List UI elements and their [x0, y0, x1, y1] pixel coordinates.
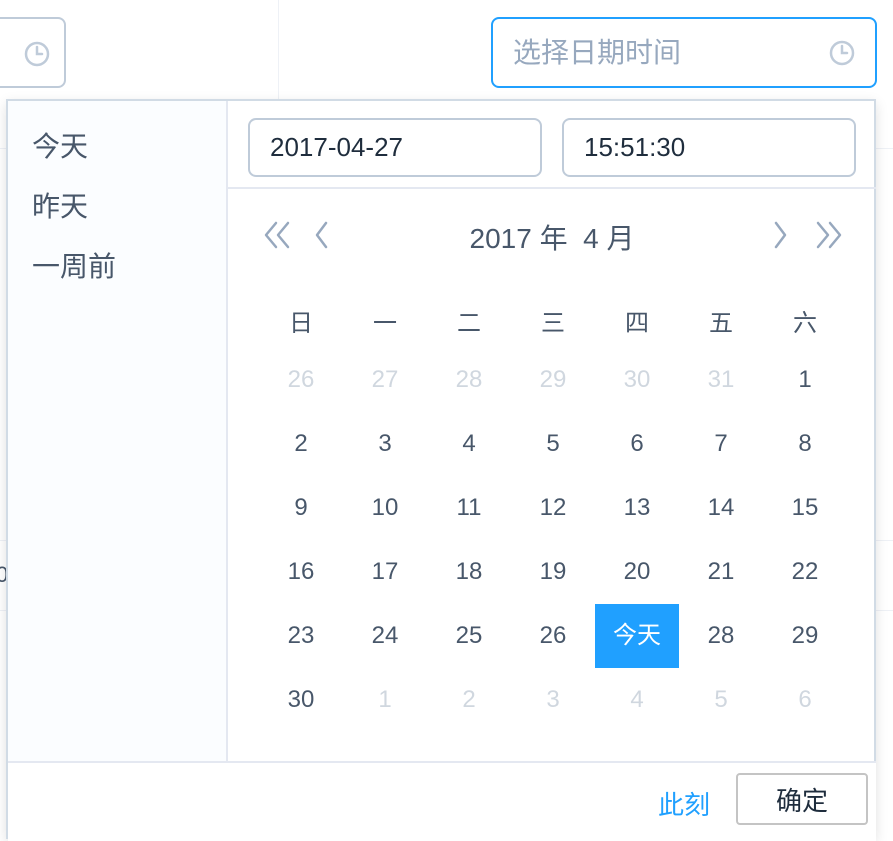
calendar-day-other-month[interactable]: 1: [343, 668, 427, 732]
time-field[interactable]: [562, 118, 856, 177]
calendar-day[interactable]: 18: [427, 540, 511, 604]
calendar-day[interactable]: 12: [511, 476, 595, 540]
double-chevron-right-icon[interactable]: [814, 215, 844, 255]
now-button[interactable]: 此刻: [658, 785, 710, 822]
calendar-day[interactable]: 2: [259, 412, 343, 476]
datetime-input-field[interactable]: [493, 19, 875, 86]
calendar-day[interactable]: 10: [343, 476, 427, 540]
calendar-day[interactable]: 20: [595, 540, 679, 604]
calendar-day[interactable]: 1: [763, 348, 847, 412]
calendar-day-other-month[interactable]: 3: [511, 668, 595, 732]
weekday-header: 五: [709, 310, 733, 337]
calendar-day[interactable]: 28: [679, 604, 763, 668]
calendar-day[interactable]: 25: [427, 604, 511, 668]
table-divider: [278, 0, 279, 100]
calendar-day-other-month[interactable]: 2: [427, 668, 511, 732]
calendar-day[interactable]: 17: [343, 540, 427, 604]
chevron-right-icon[interactable]: [772, 215, 788, 255]
partial-date-input[interactable]: [0, 17, 66, 88]
weekday-header: 三: [541, 310, 565, 337]
datetime-picker-panel: 今天 昨天 一周前 2017 年 4 月 日: [6, 99, 876, 841]
calendar-day[interactable]: 7: [679, 412, 763, 476]
month-label[interactable]: 4 月: [583, 223, 634, 254]
date-input[interactable]: [250, 120, 540, 175]
calendar-day-other-month[interactable]: 29: [511, 348, 595, 412]
picker-body: 2017 年 4 月 日 一 二 三 四 五 六 262728293031123…: [228, 101, 876, 761]
calendar-day[interactable]: 24: [343, 604, 427, 668]
weekday-header: 四: [625, 310, 649, 337]
calendar-day[interactable]: 4: [427, 412, 511, 476]
calendar-day-other-month[interactable]: 27: [343, 348, 427, 412]
weekday-header: 一: [373, 310, 397, 337]
shortcut-week-ago[interactable]: 一周前: [32, 245, 116, 285]
calendar-day[interactable]: 26: [511, 604, 595, 668]
calendar-day[interactable]: 11: [427, 476, 511, 540]
calendar-day-other-month[interactable]: 28: [427, 348, 511, 412]
calendar-day[interactable]: 9: [259, 476, 343, 540]
confirm-button[interactable]: 确定: [736, 773, 868, 825]
calendar-day-other-month[interactable]: 31: [679, 348, 763, 412]
calendar-day[interactable]: 8: [763, 412, 847, 476]
calendar-day[interactable]: 14: [679, 476, 763, 540]
calendar-day[interactable]: 21: [679, 540, 763, 604]
picker-time-header: [228, 101, 876, 189]
calendar-day-other-month[interactable]: 26: [259, 348, 343, 412]
calendar-day-today[interactable]: 今天: [595, 604, 679, 668]
time-input[interactable]: [564, 120, 854, 175]
weekday-header: 二: [457, 310, 481, 337]
calendar-day[interactable]: 16: [259, 540, 343, 604]
clock-icon: [24, 41, 50, 72]
picker-footer: 此刻 确定: [8, 761, 876, 841]
calendar-day[interactable]: 5: [511, 412, 595, 476]
clock-icon: [829, 40, 855, 71]
calendar-day-other-month[interactable]: 6: [763, 668, 847, 732]
calendar-day[interactable]: 29: [763, 604, 847, 668]
calendar-day[interactable]: 19: [511, 540, 595, 604]
shortcut-today[interactable]: 今天: [32, 125, 88, 165]
year-label[interactable]: 2017 年: [470, 223, 568, 254]
calendar-day[interactable]: 6: [595, 412, 679, 476]
chevron-left-icon[interactable]: [314, 215, 330, 255]
calendar-day-other-month[interactable]: 30: [595, 348, 679, 412]
calendar-day[interactable]: 15: [763, 476, 847, 540]
calendar-day[interactable]: 13: [595, 476, 679, 540]
calendar-day[interactable]: 23: [259, 604, 343, 668]
shortcut-yesterday[interactable]: 昨天: [32, 185, 88, 225]
weekday-header: 六: [793, 310, 817, 337]
weekday-header: 日: [289, 310, 313, 337]
double-chevron-left-icon[interactable]: [262, 215, 292, 255]
date-field[interactable]: [248, 118, 542, 177]
calendar-day[interactable]: 30: [259, 668, 343, 732]
calendar-day[interactable]: 22: [763, 540, 847, 604]
datetime-input[interactable]: [491, 17, 877, 88]
calendar-day[interactable]: 3: [343, 412, 427, 476]
shortcut-sidebar: 今天 昨天 一周前: [8, 101, 228, 761]
calendar-day-other-month[interactable]: 4: [595, 668, 679, 732]
calendar-day-other-month[interactable]: 5: [679, 668, 763, 732]
